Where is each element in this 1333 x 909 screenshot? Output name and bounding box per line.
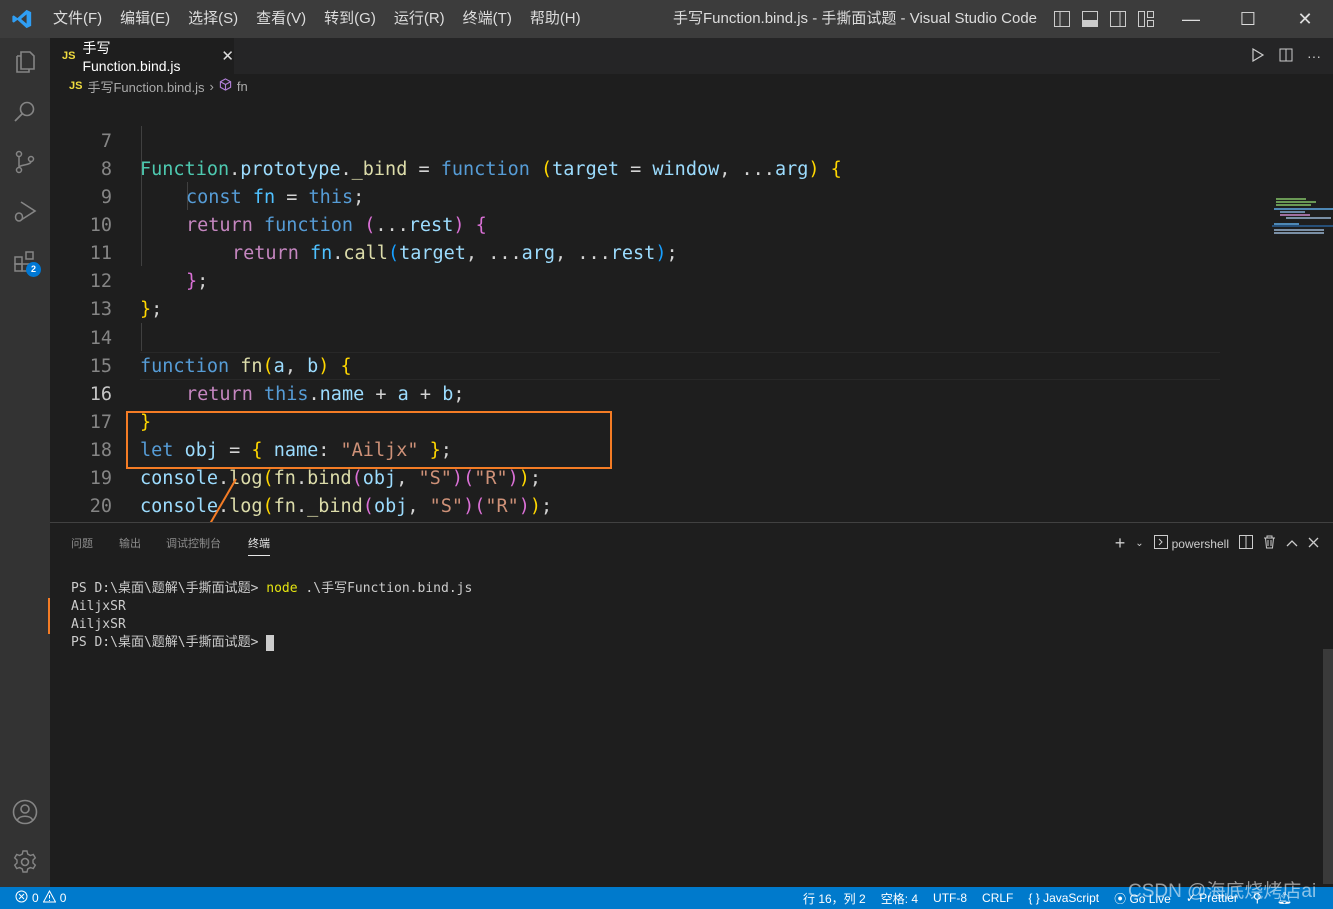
code-line: 7 Function.prototype._bind = function (t… [50, 100, 1220, 180]
annotation-box-code [126, 411, 612, 469]
terminal-command-line[interactable]: PS D:\桌面\题解\手撕面试题> node .\手写Function.bin… [71, 580, 472, 598]
terminal-output-line: AiljxSR [71, 599, 126, 614]
code-line: 13 [50, 268, 1220, 320]
window-title: 手写Function.bind.js - 手撕面试题 - Visual Stud… [673, 10, 1038, 27]
editor-tab-bar: JS 手写Function.bind.js ✕ ··· [50, 38, 1333, 74]
terminal-output-line: AiljxSR [71, 617, 126, 632]
run-file-icon[interactable] [1251, 47, 1265, 65]
explorer-icon[interactable] [0, 38, 50, 86]
trash-icon[interactable] [1263, 535, 1276, 552]
code-line: 14 function fn(a, b) { [50, 297, 1220, 377]
panel-tab-output[interactable]: 输出 [119, 535, 141, 551]
settings-gear-icon[interactable] [0, 838, 50, 886]
indentation[interactable]: 空格: 4 [881, 890, 918, 907]
terminal-prompt: PS D:\桌面\题解\手撕面试题> [71, 635, 267, 650]
terminal-args: .\手写Function.bind.js [297, 581, 473, 596]
chevron-down-icon[interactable]: ⌄ [1135, 538, 1143, 549]
terminal-prompt-line[interactable]: PS D:\桌面\题解\手撕面试题> [71, 634, 275, 652]
panel-tab-debug-console[interactable]: 调试控制台 [166, 535, 221, 551]
bottom-panel: 问题 输出 调试控制台 终端 + ⌄ powershell PS D:\桌面\题… [50, 522, 1333, 887]
warning-icon [42, 889, 57, 906]
error-icon [15, 890, 28, 906]
tab-function-bind[interactable]: JS 手写Function.bind.js ✕ [50, 38, 234, 74]
close-window-button[interactable]: ✕ [1276, 0, 1333, 38]
code-line: 10 return fn.call(target, ...arg, ...res… [50, 184, 1220, 264]
terminal-shell-name[interactable]: powershell [1172, 537, 1229, 551]
toggle-sidebar-icon[interactable] [1053, 10, 1071, 28]
menu-view[interactable]: 查看(V) [247, 0, 315, 38]
split-terminal-icon[interactable] [1239, 535, 1253, 552]
code-line: 17 let obj = { name: "Ailjx" }; [50, 381, 1220, 461]
watermark: CSDN @海底烧烤店ai [1128, 881, 1317, 902]
new-terminal-icon[interactable]: + [1115, 533, 1126, 554]
encoding[interactable]: UTF-8 [933, 891, 967, 905]
minimize-button[interactable]: — [1162, 0, 1220, 38]
layout-controls [1053, 0, 1155, 38]
menu-terminal[interactable]: 终端(T) [454, 0, 521, 38]
search-icon[interactable] [0, 88, 50, 136]
toggle-secondary-sidebar-icon[interactable] [1109, 10, 1127, 28]
symbol-cube-icon [219, 78, 232, 94]
terminal-prompt: PS D:\桌面\题解\手撕面试题> [71, 581, 267, 596]
code-line: 12 }; [50, 240, 1220, 320]
terminal-shell-icon [1153, 535, 1168, 552]
menu-go[interactable]: 转到(G) [315, 0, 385, 38]
terminal-cursor [266, 634, 275, 651]
warning-count: 0 [59, 891, 67, 905]
maximize-panel-icon[interactable] [1286, 537, 1298, 551]
source-control-icon[interactable] [0, 138, 50, 186]
activity-bar: 2 [0, 38, 50, 887]
panel-tab-problems[interactable]: 问题 [71, 535, 93, 551]
breadcrumb-js-icon: JS [69, 80, 83, 92]
breadcrumb-symbol[interactable]: fn [237, 79, 248, 94]
close-panel-icon[interactable] [1308, 537, 1319, 551]
breadcrumb: JS 手写Function.bind.js › fn [50, 74, 1333, 98]
menu-help[interactable]: 帮助(H) [521, 0, 590, 38]
tab-close-button[interactable]: ✕ [221, 47, 234, 65]
menu-run[interactable]: 运行(R) [385, 0, 454, 38]
toggle-panel-icon[interactable] [1081, 10, 1099, 28]
line-ending[interactable]: CRLF [982, 891, 1013, 905]
line-number: 20 [89, 496, 112, 517]
code-line: 15 return this.name + a + b; [50, 325, 1220, 405]
account-icon[interactable] [0, 788, 50, 836]
extensions-badge: 2 [26, 262, 41, 277]
code-line: 16 } [50, 353, 1220, 433]
breadcrumb-file[interactable]: 手写Function.bind.js [87, 77, 204, 96]
cursor-position[interactable]: 行 16，列 2 [803, 890, 866, 907]
vscode-logo-icon [0, 0, 44, 38]
title-bar: 文件(F) 编辑(E) 选择(S) 查看(V) 转到(G) 运行(R) 终端(T… [0, 0, 1333, 38]
terminal-actions: + ⌄ powershell [1115, 533, 1319, 554]
more-actions-icon[interactable]: ··· [1307, 48, 1321, 64]
language-mode[interactable]: { } JavaScript [1028, 891, 1099, 905]
breadcrumb-separator: › [209, 78, 214, 94]
panel-tab-terminal[interactable]: 终端 [248, 535, 270, 556]
terminal-scrollbar[interactable] [1323, 649, 1333, 884]
code-line: 8 const fn = this; [50, 128, 1220, 208]
run-debug-icon[interactable] [0, 188, 50, 236]
js-file-icon: JS [62, 50, 76, 62]
menu-edit[interactable]: 编辑(E) [111, 0, 179, 38]
menu-selection[interactable]: 选择(S) [179, 0, 247, 38]
code-line: 11 }; [50, 212, 1220, 292]
tab-label: 手写Function.bind.js [82, 40, 181, 74]
maximize-button[interactable]: ☐ [1219, 0, 1277, 38]
customize-layout-icon[interactable] [1137, 10, 1155, 28]
menu-file[interactable]: 文件(F) [44, 0, 111, 38]
problems-status[interactable]: 0 0 [15, 889, 67, 906]
extensions-icon[interactable] [0, 238, 50, 286]
terminal-command: node [266, 581, 298, 596]
error-count: 0 [32, 891, 39, 905]
minimap[interactable] [1272, 196, 1333, 236]
editor-actions: ··· [1251, 38, 1321, 74]
split-editor-icon[interactable] [1279, 48, 1293, 65]
code-line: 9 return function (...rest) { [50, 156, 1220, 236]
menu-bar: 文件(F) 编辑(E) 选择(S) 查看(V) 转到(G) 运行(R) 终端(T… [44, 0, 590, 38]
